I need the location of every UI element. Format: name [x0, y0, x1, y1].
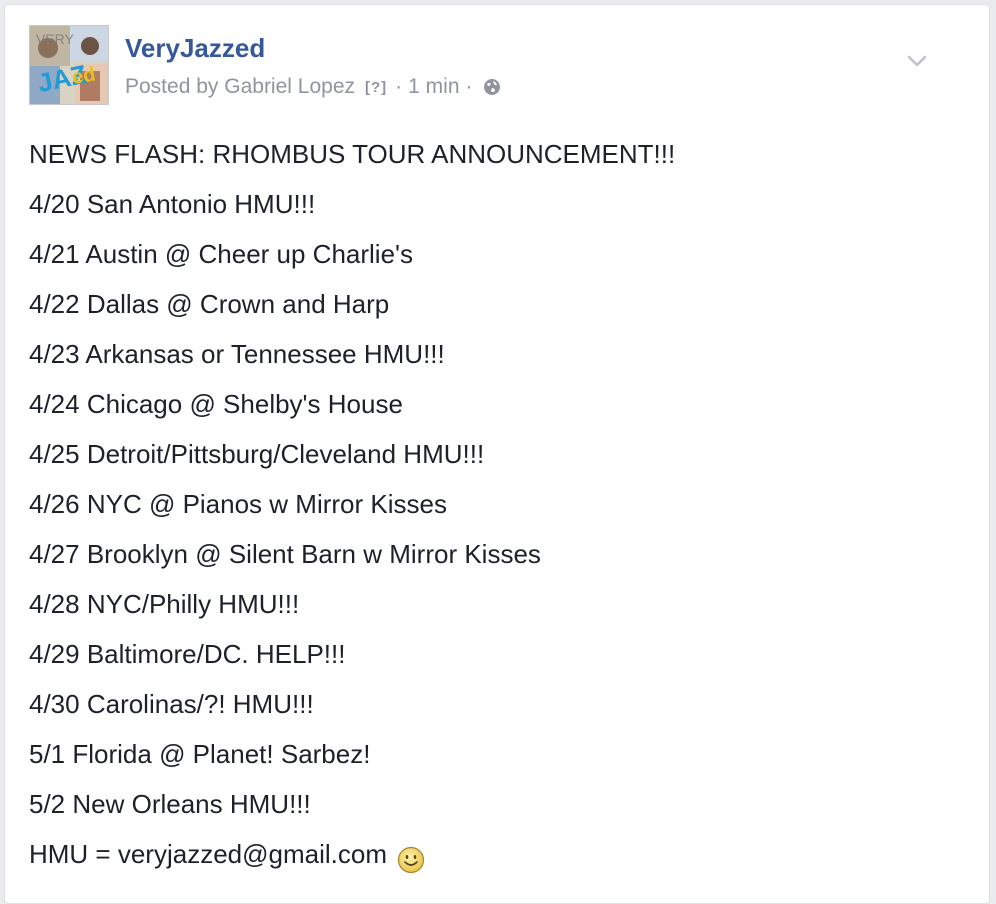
- post-text-line: 4/25 Detroit/Pittsburg/Cleveland HMU!!!: [29, 439, 485, 469]
- post-card: VERY JAZ ed VeryJazzed Posted by Gabriel…: [4, 4, 990, 904]
- post-text-line: 5/1 Florida @ Planet! Sarbez!: [29, 739, 371, 769]
- post-meta: Posted by Gabriel Lopez [?] · 1 min ·: [125, 75, 501, 99]
- help-marker[interactable]: [?]: [365, 79, 387, 96]
- page-avatar[interactable]: VERY JAZ ed: [29, 25, 109, 105]
- post-text-line: 4/26 NYC @ Pianos w Mirror Kisses: [29, 489, 447, 519]
- page-avatar-image: VERY JAZ ed: [30, 26, 108, 104]
- post-header: VERY JAZ ed VeryJazzed Posted by Gabriel…: [29, 25, 949, 107]
- globe-icon[interactable]: [483, 78, 501, 96]
- svg-text:VERY: VERY: [36, 31, 75, 47]
- post-body: NEWS FLASH: RHOMBUS TOUR ANNOUNCEMENT!!!…: [29, 129, 959, 879]
- post-text-line: 4/27 Brooklyn @ Silent Barn w Mirror Kis…: [29, 539, 541, 569]
- post-text-line: 4/30 Carolinas/?! HMU!!!: [29, 689, 314, 719]
- post-text-line: 4/23 Arkansas or Tennessee HMU!!!: [29, 339, 445, 369]
- chevron-down-icon[interactable]: [905, 49, 929, 73]
- post-text-line: 4/22 Dallas @ Crown and Harp: [29, 289, 390, 319]
- post-text-line: NEWS FLASH: RHOMBUS TOUR ANNOUNCEMENT!!!: [29, 139, 676, 169]
- separator: ·: [465, 75, 473, 98]
- svg-text:ed: ed: [70, 63, 97, 89]
- post-text-line: 4/24 Chicago @ Shelby's House: [29, 389, 403, 419]
- post-text-line: 4/29 Baltimore/DC. HELP!!!: [29, 639, 346, 669]
- author-link[interactable]: Gabriel Lopez: [224, 75, 355, 99]
- posted-by-label: Posted by: [125, 75, 219, 98]
- separator: ·: [395, 75, 403, 98]
- smile-emoji-icon: [397, 840, 425, 874]
- page-name-link[interactable]: VeryJazzed: [125, 33, 265, 64]
- post-text-line: 4/21 Austin @ Cheer up Charlie's: [29, 239, 414, 269]
- post-text-line: 4/20 San Antonio HMU!!!: [29, 189, 316, 219]
- post-text-line: 5/2 New Orleans HMU!!!: [29, 789, 311, 819]
- post-text-line: HMU = veryjazzed@gmail.com: [29, 829, 959, 879]
- post-text-line: 4/28 NYC/Philly HMU!!!: [29, 589, 300, 619]
- contact-text: HMU = veryjazzed@gmail.com: [29, 839, 387, 869]
- timestamp-link[interactable]: 1 min: [408, 75, 459, 99]
